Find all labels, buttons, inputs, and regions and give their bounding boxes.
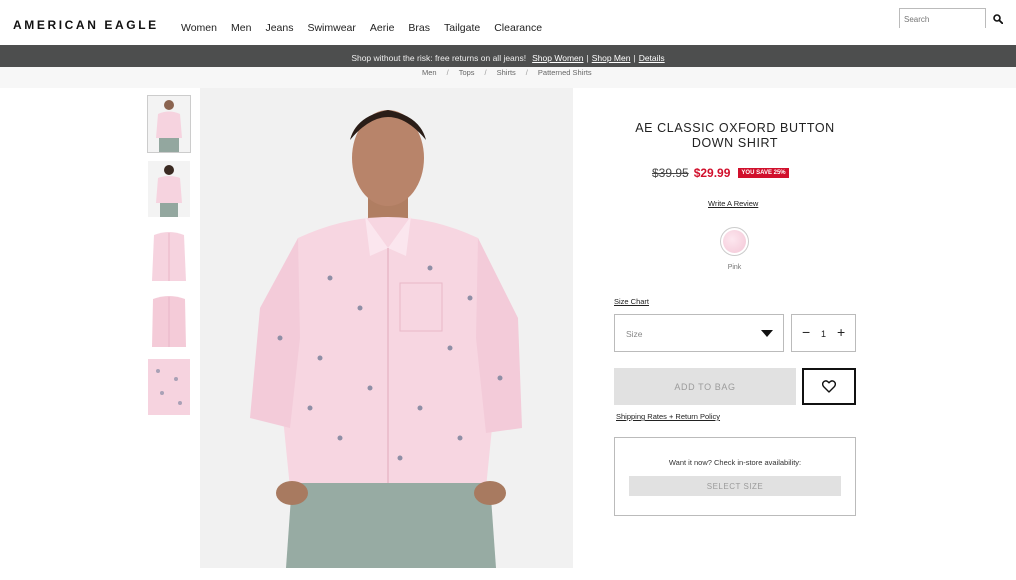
quantity-plus-button[interactable]: +	[837, 325, 845, 339]
size-chart-link[interactable]: Size Chart	[614, 297, 649, 306]
heart-icon	[822, 380, 836, 393]
shipping-rates-link[interactable]: Shipping Rates + Return Policy	[616, 412, 720, 421]
price-row: $39.95 $29.99 YOU SAVE 25%	[652, 166, 789, 180]
promo-link-details[interactable]: Details	[639, 53, 665, 63]
size-dropdown-placeholder: Size	[626, 329, 643, 339]
nav-item-jeans[interactable]: Jeans	[265, 22, 293, 34]
nav-item-clearance[interactable]: Clearance	[494, 22, 542, 34]
instore-text: Want it now? Check in-store availability…	[668, 458, 802, 467]
write-review-link[interactable]: Write A Review	[708, 199, 758, 208]
instore-availability-box: Want it now? Check in-store availability…	[614, 437, 856, 516]
product-thumbnail-3[interactable]	[148, 227, 190, 283]
add-to-bag-button[interactable]: ADD TO BAG	[614, 368, 796, 405]
product-thumbnail-5[interactable]	[148, 359, 190, 415]
promo-link-shop-men[interactable]: Shop Men	[592, 53, 631, 63]
logo[interactable]: AMERICAN EAGLE	[13, 18, 159, 32]
nav-item-bras[interactable]: Bras	[408, 22, 430, 34]
breadcrumb-item-patterned-shirts[interactable]: Patterned Shirts	[538, 68, 592, 77]
size-dropdown[interactable]: Size	[614, 314, 784, 352]
nav-item-swimwear[interactable]: Swimwear	[307, 22, 355, 34]
breadcrumb-item-men[interactable]: Men	[422, 68, 437, 77]
breadcrumb-item-tops[interactable]: Tops	[459, 68, 475, 77]
promo-message: Shop without the risk: free returns on a…	[351, 53, 527, 63]
promo-separator: |	[633, 53, 636, 63]
quantity-stepper: − 1 +	[791, 314, 856, 352]
quantity-value[interactable]: 1	[821, 329, 826, 339]
promo-separator: |	[586, 53, 589, 63]
original-price: $39.95	[652, 166, 689, 180]
color-swatch-pink[interactable]	[720, 227, 749, 256]
savings-badge: YOU SAVE 25%	[738, 168, 789, 178]
product-thumbnail-4[interactable]	[148, 293, 190, 349]
site-header: AMERICAN EAGLE Women Men Jeans Swimwear …	[0, 0, 1016, 45]
select-size-button[interactable]: SELECT SIZE	[629, 476, 841, 496]
color-label: Pink	[727, 264, 742, 271]
breadcrumb-item-shirts[interactable]: Shirts	[497, 68, 516, 77]
breadcrumb: Men / Tops / Shirts / Patterned Shirts	[0, 67, 1016, 88]
nav-item-men[interactable]: Men	[231, 22, 251, 34]
search-input[interactable]	[900, 10, 985, 29]
promo-link-shop-women[interactable]: Shop Women	[532, 53, 583, 63]
main-nav: Women Men Jeans Swimwear Aerie Bras Tail…	[181, 22, 556, 34]
product-thumbnail-1[interactable]	[147, 95, 191, 153]
nav-item-tailgate[interactable]: Tailgate	[444, 22, 480, 34]
quantity-minus-button[interactable]: −	[802, 325, 810, 339]
search-icon[interactable]	[993, 14, 1003, 24]
product-title: AE CLASSIC OXFORD BUTTON DOWN SHIRT	[635, 121, 835, 150]
product-main-image[interactable]	[200, 88, 573, 568]
chevron-down-icon	[761, 330, 773, 337]
search-box	[899, 8, 986, 29]
sale-price: $29.99	[693, 166, 731, 180]
nav-item-women[interactable]: Women	[181, 22, 217, 34]
product-thumbnail-2[interactable]	[148, 161, 190, 217]
nav-item-aerie[interactable]: Aerie	[370, 22, 395, 34]
wishlist-button[interactable]	[802, 368, 856, 405]
